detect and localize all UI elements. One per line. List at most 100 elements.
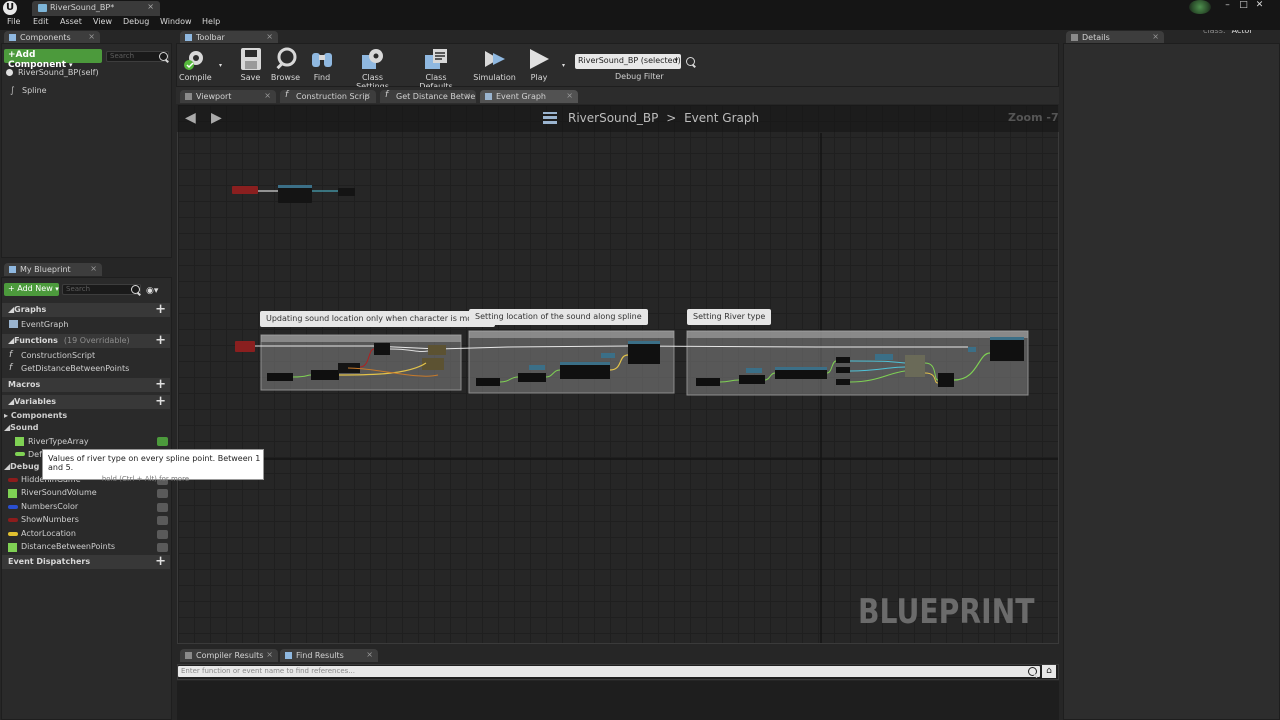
add-variable-icon[interactable]: + bbox=[155, 394, 166, 409]
save-button[interactable]: Save bbox=[236, 47, 265, 82]
node[interactable] bbox=[836, 379, 850, 385]
document-tab[interactable]: RiverSound_BP* × bbox=[32, 1, 160, 16]
node[interactable] bbox=[601, 353, 615, 358]
function-item-constructionscript[interactable]: ConstructionScript bbox=[21, 351, 95, 360]
tab-construction-script[interactable]: f Construction Scrip × bbox=[280, 90, 376, 103]
add-component-button[interactable]: +Add Component ▾ bbox=[4, 49, 102, 70]
branch-node[interactable] bbox=[374, 343, 390, 355]
add-macro-icon[interactable]: + bbox=[155, 377, 166, 392]
section-graphs[interactable]: ◢Graphs + bbox=[2, 302, 170, 317]
close-tab-icon[interactable]: × bbox=[364, 91, 371, 100]
var-category-debug[interactable]: ◢Debug bbox=[4, 462, 39, 471]
node[interactable] bbox=[746, 368, 762, 373]
variable-numberscolor[interactable]: NumbersColor bbox=[21, 502, 78, 511]
breadcrumb-graph[interactable]: Event Graph bbox=[684, 111, 759, 125]
event-node[interactable] bbox=[232, 186, 258, 194]
node[interactable] bbox=[529, 365, 545, 370]
variable-node[interactable] bbox=[338, 188, 355, 196]
comment-box-3[interactable] bbox=[686, 330, 1029, 396]
section-event-dispatchers[interactable]: Event Dispatchers + bbox=[2, 554, 170, 569]
add-function-icon[interactable]: + bbox=[155, 333, 166, 348]
close-tab-icon[interactable]: × bbox=[464, 91, 471, 100]
node[interactable] bbox=[739, 375, 765, 384]
menu-debug[interactable]: Debug bbox=[123, 17, 149, 26]
find-button[interactable]: Find bbox=[308, 47, 336, 82]
tab-find-results[interactable]: Find Results × bbox=[280, 649, 378, 662]
visibility-eye-icon[interactable] bbox=[157, 529, 168, 539]
variable-shownumbers[interactable]: ShowNumbers bbox=[21, 515, 79, 524]
maximize-icon[interactable]: □ bbox=[1236, 0, 1251, 10]
node[interactable] bbox=[938, 373, 954, 387]
play-button[interactable]: Play bbox=[525, 47, 553, 82]
back-arrow-icon[interactable]: ◀ bbox=[185, 110, 196, 126]
close-window-icon[interactable]: ✕ bbox=[1252, 0, 1267, 10]
comment-label-1[interactable]: Updating sound location only when charac… bbox=[260, 311, 496, 327]
node[interactable] bbox=[267, 373, 293, 381]
browse-button[interactable]: Browse bbox=[269, 47, 302, 82]
play-options-chevron-icon[interactable]: ▾ bbox=[562, 62, 565, 69]
node[interactable] bbox=[696, 378, 720, 386]
section-macros[interactable]: Macros + bbox=[2, 377, 170, 392]
tab-get-distance[interactable]: f Get Distance Betwe × bbox=[380, 90, 476, 103]
class-defaults-button[interactable]: Class Defaults bbox=[408, 47, 464, 91]
breadcrumb-blueprint[interactable]: RiverSound_BP bbox=[568, 111, 658, 125]
add-graph-icon[interactable]: + bbox=[155, 302, 166, 317]
menu-window[interactable]: Window bbox=[160, 17, 192, 26]
node[interactable] bbox=[518, 373, 546, 382]
minimize-icon[interactable]: – bbox=[1220, 0, 1235, 10]
close-tab-icon[interactable]: × bbox=[266, 32, 273, 41]
close-tab-icon[interactable]: × bbox=[264, 91, 271, 100]
section-variables[interactable]: ◢Variables + bbox=[2, 394, 170, 409]
node[interactable] bbox=[875, 354, 893, 360]
find-in-all-blueprints-icon[interactable]: ⌂ bbox=[1042, 665, 1056, 678]
event-tick-node[interactable] bbox=[235, 341, 255, 352]
menu-asset[interactable]: Asset bbox=[60, 17, 82, 26]
close-tab-icon[interactable]: × bbox=[147, 2, 154, 11]
event-graph-canvas[interactable] bbox=[177, 104, 1059, 644]
node[interactable] bbox=[968, 347, 976, 352]
tab-event-graph[interactable]: Event Graph × bbox=[480, 90, 578, 103]
visibility-eye-icon[interactable] bbox=[157, 543, 168, 552]
visibility-eye-icon[interactable] bbox=[157, 437, 168, 446]
menu-edit[interactable]: Edit bbox=[33, 17, 49, 26]
graph-item-eventgraph[interactable]: EventGraph bbox=[21, 320, 68, 329]
node[interactable] bbox=[428, 345, 446, 355]
variable-def[interactable]: Def bbox=[28, 450, 42, 459]
component-item-self[interactable]: RiverSound_BP(self) bbox=[18, 68, 99, 77]
compile-button[interactable]: Compile bbox=[179, 47, 212, 82]
notification-icon[interactable] bbox=[1189, 0, 1211, 14]
node[interactable] bbox=[311, 370, 339, 380]
function-node[interactable] bbox=[628, 341, 660, 364]
select-node[interactable] bbox=[905, 355, 925, 377]
visibility-eye-icon[interactable] bbox=[157, 516, 168, 526]
visibility-eye-icon[interactable] bbox=[157, 489, 168, 499]
comment-label-3[interactable]: Setting River type bbox=[687, 309, 772, 325]
add-event-dispatcher-icon[interactable]: + bbox=[155, 554, 166, 569]
function-node[interactable] bbox=[990, 337, 1024, 361]
tab-compiler-results[interactable]: Compiler Results × bbox=[180, 649, 278, 662]
add-new-button[interactable]: + Add New ▾ bbox=[4, 283, 59, 296]
close-tab-icon[interactable]: × bbox=[1152, 32, 1159, 41]
close-tab-icon[interactable]: × bbox=[366, 650, 373, 659]
function-item-getdistance[interactable]: GetDistanceBetweenPoints bbox=[21, 364, 129, 373]
visibility-eye-icon[interactable] bbox=[157, 502, 168, 512]
var-category-sound[interactable]: ◢Sound bbox=[4, 423, 39, 432]
tab-my-blueprint[interactable]: My Blueprint × bbox=[4, 263, 102, 276]
debug-search-icon[interactable] bbox=[686, 57, 695, 66]
variable-actorlocation[interactable]: ActorLocation bbox=[21, 529, 76, 538]
var-category-components[interactable]: ▸ Components bbox=[4, 411, 67, 420]
unreal-logo-icon[interactable]: U bbox=[3, 1, 17, 15]
debug-object-select[interactable]: RiverSound_BP (selected) ▾ bbox=[575, 54, 681, 69]
close-tab-icon[interactable]: × bbox=[566, 91, 573, 100]
find-references-input[interactable]: Enter function or event name to find ref… bbox=[178, 666, 1040, 677]
tab-viewport[interactable]: Viewport × bbox=[180, 90, 276, 103]
menu-file[interactable]: File bbox=[7, 17, 20, 26]
class-settings-button[interactable]: Class Settings bbox=[345, 47, 400, 91]
node[interactable] bbox=[476, 378, 500, 386]
blueprint-search-input[interactable]: Search bbox=[62, 284, 141, 295]
section-functions[interactable]: ◢Functions (19 Overridable) + bbox=[2, 333, 170, 348]
close-tab-icon[interactable]: × bbox=[90, 264, 97, 273]
compile-options-chevron-icon[interactable]: ▾ bbox=[219, 62, 222, 69]
search-icon[interactable] bbox=[1028, 667, 1037, 676]
close-tab-icon[interactable]: × bbox=[88, 32, 95, 41]
